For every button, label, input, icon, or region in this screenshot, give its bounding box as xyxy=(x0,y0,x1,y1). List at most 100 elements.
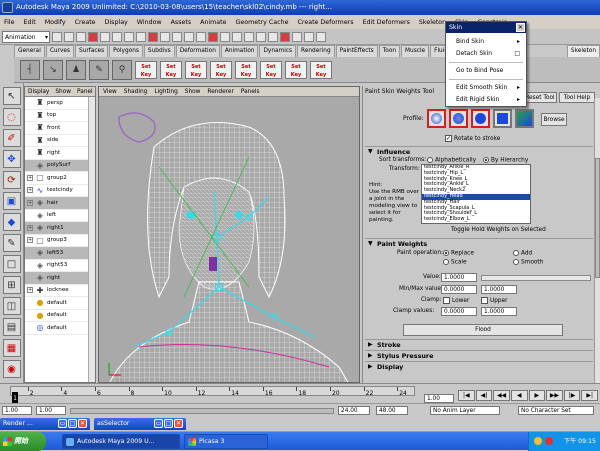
maximize-icon[interactable]: □ xyxy=(68,419,77,428)
sort-hier-radio[interactable]: By Hierarchy xyxy=(483,157,528,164)
outliner-item[interactable]: + ▢ group3 xyxy=(25,235,95,247)
shelf-tab-painteffects[interactable]: PaintEffects xyxy=(335,45,378,57)
step-back-frame-icon[interactable]: ◀◀ xyxy=(493,390,510,401)
taskbar-maya[interactable]: Autodesk Maya 2009 U... xyxy=(62,434,180,449)
menu-display[interactable]: Display xyxy=(105,19,128,26)
outliner-item[interactable]: + ◈ right1 xyxy=(25,222,95,235)
four-pane-layout-icon[interactable]: ⊞ xyxy=(2,276,21,294)
viewport-menu-panels[interactable]: Panels xyxy=(241,87,260,96)
mask-dynamics-icon[interactable] xyxy=(184,31,194,42)
menu-skeleton[interactable]: Skeleton xyxy=(419,19,446,26)
influence-section-header[interactable]: Influence xyxy=(365,146,593,157)
step-back-key-icon[interactable]: ◀| xyxy=(475,390,493,401)
time-slider-bar[interactable]: 2 4 6 8 10 12 14 16 18 20 22 24 xyxy=(10,386,415,397)
shelf-tab-animation[interactable]: Animation xyxy=(220,45,259,57)
influence-list[interactable]: testcindy_Ankle_R testcindy_Hip_L testcind… xyxy=(421,164,531,224)
step-forward-key-icon[interactable]: |▶ xyxy=(563,390,581,401)
expand-icon[interactable]: + xyxy=(27,224,33,231)
select-object-icon[interactable] xyxy=(100,31,110,42)
tool-settings-scrollbar[interactable] xyxy=(594,98,600,383)
expand-icon[interactable]: + xyxy=(27,187,33,194)
select-hierarchy-icon[interactable] xyxy=(88,31,98,42)
outliner-item[interactable]: + ▢ group2 xyxy=(25,172,95,185)
menu-edit-rigid-skin[interactable]: Edit Rigid Skin ▸ xyxy=(446,94,526,106)
shelf-tab-deformation[interactable]: Deformation xyxy=(175,45,220,57)
close-icon[interactable]: ✕ xyxy=(174,419,183,428)
flood-button[interactable]: Flood xyxy=(403,324,563,336)
menu-set-selector[interactable]: Animation xyxy=(2,30,50,43)
scale-tool-icon[interactable]: ▣ xyxy=(2,192,21,210)
move-tool-icon[interactable]: ✥ xyxy=(2,150,21,168)
mask-surfaces-icon[interactable] xyxy=(160,31,170,42)
shelf-set-key-button[interactable]: Set Key xyxy=(210,60,232,79)
shelf-tab-polygons[interactable]: Polygons xyxy=(109,45,143,57)
menu-edit[interactable]: Edit xyxy=(24,19,36,26)
viewport-scene[interactable] xyxy=(99,97,360,383)
influence-item[interactable]: testcindy_Elbow_L xyxy=(422,216,530,223)
outliner-item[interactable]: ● default xyxy=(25,310,95,322)
select-tool-icon[interactable]: ↖ xyxy=(2,87,21,105)
anim-layer-dropdown[interactable]: No Anim Layer xyxy=(430,406,500,415)
play-forwards-icon[interactable]: ▶ xyxy=(528,390,546,401)
save-scene-icon[interactable] xyxy=(76,31,86,42)
menu-file[interactable]: File xyxy=(4,19,15,26)
outliner-item[interactable]: + ✚ locknee xyxy=(25,285,95,297)
shelf-tab-general[interactable]: General xyxy=(14,45,45,57)
mask-curves-icon[interactable] xyxy=(148,31,158,42)
tray-shield-icon[interactable] xyxy=(545,437,553,445)
stylus-pressure-section-header[interactable]: Stylus Pressure xyxy=(365,350,593,361)
op-scale-radio[interactable]: Scale xyxy=(443,259,467,266)
shelf-tab-skeleton[interactable]: Skeleton xyxy=(566,45,600,57)
min-value-field[interactable]: 0.0000 xyxy=(441,285,477,294)
op-replace-radio[interactable]: Replace xyxy=(443,250,474,257)
outliner-persp-layout-icon[interactable]: ◫ xyxy=(2,297,21,315)
lock-selection-icon[interactable] xyxy=(220,31,230,42)
asselector-window[interactable]: asSelector ▭ □ ✕ xyxy=(94,418,186,430)
shelf-joint-tool-icon[interactable]: ┤ xyxy=(20,59,40,80)
op-add-radio[interactable]: Add xyxy=(513,250,532,257)
single-pane-layout-icon[interactable]: □ xyxy=(2,255,21,273)
outliner-item[interactable]: + ∿ testcindy xyxy=(25,185,95,197)
rotate-tool-icon[interactable]: ⟳ xyxy=(2,171,21,189)
viewport-menu-view[interactable]: View xyxy=(103,87,117,96)
history-icon[interactable] xyxy=(280,31,290,42)
value-field[interactable]: 1.0000 xyxy=(441,273,477,282)
menu-modify[interactable]: Modify xyxy=(45,19,66,26)
shelf-set-key-button[interactable]: Set Key xyxy=(185,60,207,79)
menu-create-deformers[interactable]: Create Deformers xyxy=(297,19,353,26)
render-icon[interactable] xyxy=(292,31,302,42)
mask-render-icon[interactable] xyxy=(196,31,206,42)
menu-bind-skin[interactable]: Bind Skin ▸ xyxy=(446,36,526,48)
current-frame-field[interactable]: 1.00 xyxy=(424,394,454,403)
clamp-upper-checkbox[interactable]: Upper xyxy=(481,297,508,304)
step-forward-frame-icon[interactable]: ▶▶ xyxy=(546,390,563,401)
menu-assets[interactable]: Assets xyxy=(171,19,192,26)
profile-square-button[interactable] xyxy=(493,109,512,128)
viewport-menu-show[interactable]: Show xyxy=(185,87,201,96)
expand-icon[interactable]: + xyxy=(27,287,33,294)
outliner-item[interactable]: ♜ top xyxy=(25,110,95,122)
shelf-set-key-button[interactable]: Set Key xyxy=(160,60,182,79)
shelf-tab-toon[interactable]: Toon xyxy=(378,45,401,57)
toggle-hold-weights-button[interactable]: Toggle Hold Weights on Selected xyxy=(451,227,546,233)
clamp-max-field[interactable]: 1.0000 xyxy=(481,307,517,316)
shelf-tool-icon[interactable]: ⚲ xyxy=(112,59,132,80)
profile-custom-button[interactable] xyxy=(515,109,534,128)
go-to-end-icon[interactable]: ▶| xyxy=(581,390,598,401)
new-scene-icon[interactable] xyxy=(52,31,62,42)
snap-grid-icon[interactable] xyxy=(232,31,242,42)
shelf-tab-curves[interactable]: Curves xyxy=(45,45,74,57)
manipulator-tool-icon[interactable]: ◆ xyxy=(2,213,21,231)
menu-detach-skin[interactable]: Detach Skin □ xyxy=(446,48,526,60)
profile-solid-button[interactable] xyxy=(471,109,490,128)
outliner-item[interactable]: ◈ left xyxy=(25,210,95,222)
menu-window[interactable]: Window xyxy=(137,19,162,26)
menu-create[interactable]: Create xyxy=(75,19,96,26)
outliner-item[interactable]: ♜ side xyxy=(25,135,95,147)
paint-weights-layout-icon[interactable]: ▦ xyxy=(2,339,21,357)
playback-end-field[interactable]: 24.00 xyxy=(338,406,370,415)
option-box-icon[interactable]: □ xyxy=(514,48,520,60)
shelf-set-key-button[interactable]: Set Key xyxy=(235,60,257,79)
outliner-item[interactable]: ◈ right53 xyxy=(25,260,95,272)
shelf-set-key-button[interactable]: Set Key xyxy=(310,60,332,79)
